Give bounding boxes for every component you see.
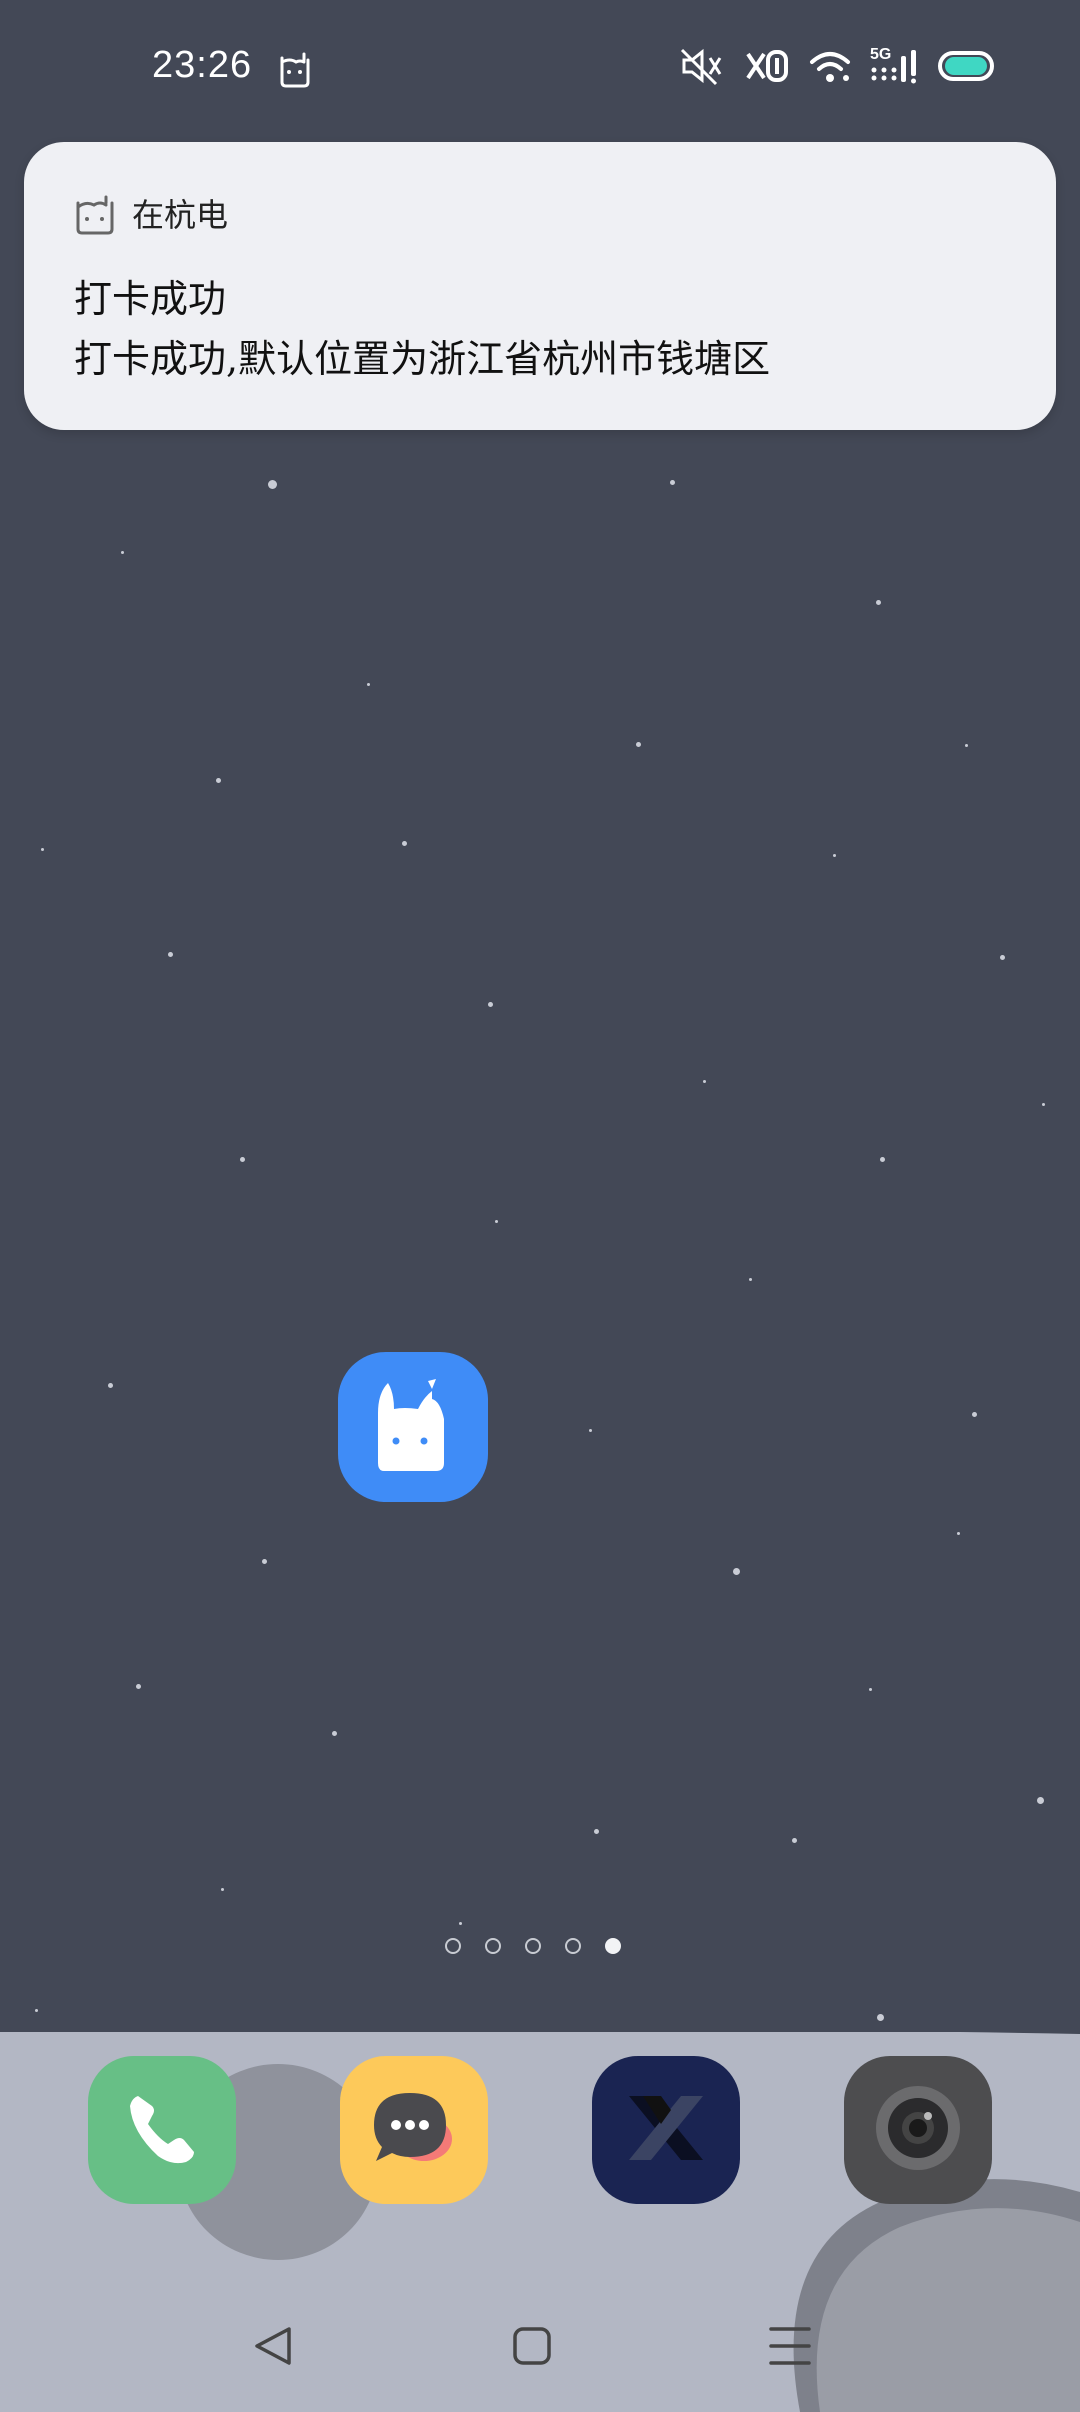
status-bar: 23:26 5G xyxy=(0,0,1080,140)
star-dot xyxy=(956,1531,960,1535)
page-dot[interactable] xyxy=(485,1938,501,1954)
recents-button[interactable] xyxy=(760,2318,820,2378)
star-dot xyxy=(748,1277,752,1281)
star-dot xyxy=(635,741,641,747)
battery-icon xyxy=(938,51,994,81)
star-dot xyxy=(593,1828,599,1834)
star-dot xyxy=(107,1382,113,1388)
messages-icon xyxy=(364,2083,464,2177)
camera-app[interactable] xyxy=(844,2056,992,2204)
status-time: 23:26 xyxy=(152,44,253,86)
star-dot xyxy=(879,1156,885,1162)
star-dot xyxy=(215,777,221,783)
phone-app[interactable] xyxy=(88,2056,236,2204)
star-dot xyxy=(876,2013,884,2021)
page-indicator[interactable] xyxy=(445,1938,621,1954)
home-screen: 23:26 5G 在杭电 打卡成功 打卡成功,默认位置为浙江省杭州市钱塘区 xyxy=(0,0,1080,2412)
star-dot xyxy=(494,1219,498,1223)
back-icon xyxy=(251,2323,297,2373)
star-dot xyxy=(34,2008,38,2012)
star-dot xyxy=(875,599,881,605)
page-dot[interactable] xyxy=(565,1938,581,1954)
page-dot-active[interactable] xyxy=(605,1938,621,1954)
star-dot xyxy=(220,1887,224,1891)
star-dot xyxy=(964,743,968,747)
menu-icon xyxy=(767,2323,813,2373)
notification-title: 打卡成功 xyxy=(74,277,227,321)
star-dot xyxy=(999,954,1005,960)
x-app-icon xyxy=(621,2088,711,2172)
star-dot xyxy=(401,840,407,846)
wifi-icon xyxy=(808,48,852,84)
rabbit-app-shortcut[interactable] xyxy=(338,1352,488,1502)
star-dot xyxy=(366,682,370,686)
home-icon xyxy=(509,2323,555,2373)
star-dot xyxy=(1041,1102,1045,1106)
star-dot xyxy=(832,853,836,857)
page-dot[interactable] xyxy=(445,1938,461,1954)
status-icons: 5G xyxy=(680,46,994,86)
star-dot xyxy=(261,1558,267,1564)
rabbit-app-icon xyxy=(374,1379,452,1475)
back-button[interactable] xyxy=(244,2318,304,2378)
star-dot xyxy=(1036,1796,1044,1804)
star-dot xyxy=(588,1428,592,1432)
camera-icon xyxy=(870,2080,966,2180)
mute-icon xyxy=(680,46,724,86)
notification-body: 打卡成功,默认位置为浙江省杭州市钱塘区 xyxy=(74,337,771,381)
star-dot xyxy=(702,1079,706,1083)
star-dot xyxy=(669,479,675,485)
rabbit-outline-icon xyxy=(72,191,116,235)
star-dot xyxy=(732,1567,740,1575)
star-dot xyxy=(458,1921,462,1925)
star-dot xyxy=(120,550,124,554)
notification-app-name: 在杭电 xyxy=(132,196,229,234)
star-dot xyxy=(791,1837,797,1843)
star-dot xyxy=(971,1411,977,1417)
vibrate-icon xyxy=(742,46,790,86)
star-dot xyxy=(267,479,277,489)
star-dot xyxy=(239,1156,245,1162)
phone-icon xyxy=(122,2088,202,2172)
star-dot xyxy=(135,1683,141,1689)
messages-app[interactable] xyxy=(340,2056,488,2204)
home-button[interactable] xyxy=(502,2318,562,2378)
star-dot xyxy=(331,1730,337,1736)
notification-header: 在杭电 xyxy=(72,190,228,236)
x-app[interactable] xyxy=(592,2056,740,2204)
rabbit-app-icon xyxy=(274,48,314,88)
star-dot xyxy=(40,847,44,851)
star-dot xyxy=(487,1001,493,1007)
notification-card[interactable]: 在杭电 打卡成功 打卡成功,默认位置为浙江省杭州市钱塘区 xyxy=(24,142,1056,430)
signal-5g-icon: 5G xyxy=(870,46,920,86)
star-dot xyxy=(167,951,173,957)
star-dot xyxy=(868,1687,872,1691)
page-dot[interactable] xyxy=(525,1938,541,1954)
